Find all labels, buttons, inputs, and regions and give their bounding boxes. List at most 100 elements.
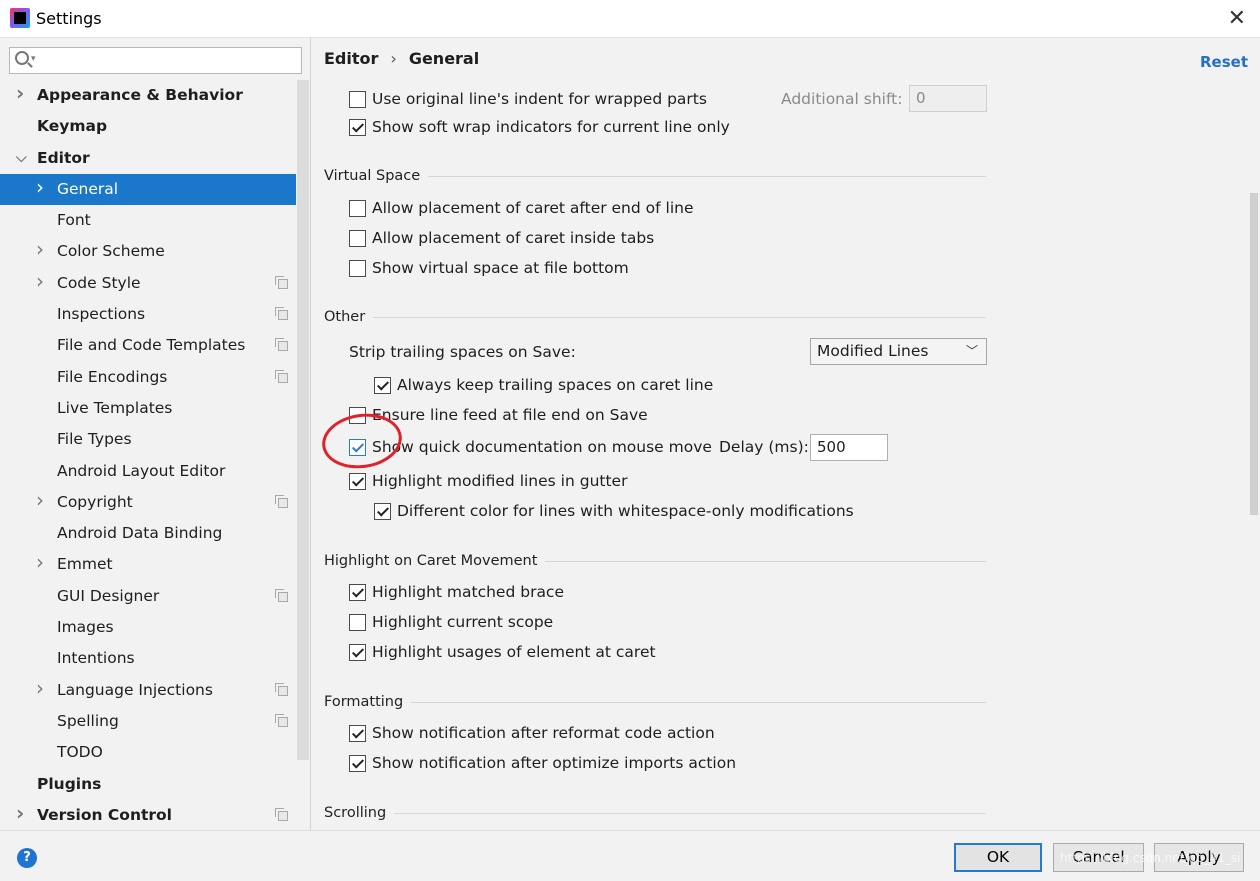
window-title: Settings [36,9,102,28]
chevron-right-icon[interactable]: › [36,673,44,704]
settings-tree: › Appearance & Behavior Keymap ⌵ Editor › Gene… [0,80,296,831]
sidebar-item-plugins[interactable]: Plugins [0,769,296,800]
search-input[interactable] [42,50,297,71]
section-virtual-space: Virtual Space [324,166,986,186]
sidebar-item-file-types[interactable]: File Types [0,424,296,455]
main-panel: Editor › General Reset Use original line's… [312,38,1260,830]
option-caret-after-end[interactable]: Allow placement of caret after end of li… [349,196,694,220]
breadcrumb-parent[interactable]: Editor [324,49,378,68]
section-virtual-space-title: Virtual Space [324,168,421,184]
quick-doc-checkbox[interactable] [349,438,366,456]
main-scrollbar-thumb[interactable] [1250,193,1258,515]
sidebar-item-spelling[interactable]: Spelling [0,706,296,737]
chevron-right-icon[interactable]: › [36,266,44,297]
strip-trailing-dropdown[interactable]: Modified Lines ﹀ [810,338,987,365]
strip-trailing-value: Modified Lines [817,342,929,360]
section-scrolling: Scrolling [324,803,986,823]
section-other: Other [324,307,986,327]
sidebar-item-label: Intentions [57,649,135,668]
breadcrumb-separator: › [390,49,397,68]
sidebar-item-color-scheme[interactable]: › Color Scheme [0,236,296,267]
sidebar-item-todo[interactable]: TODO [0,737,296,768]
sidebar-item-version-control[interactable]: › Version Control [0,800,296,831]
ensure-line-feed-checkbox[interactable] [349,406,366,424]
option-caret-inside-tabs[interactable]: Allow placement of caret inside tabs [349,226,654,250]
sidebar-item-label: Android Data Binding [57,524,223,543]
option-highlight-usages[interactable]: Highlight usages of element at caret [349,640,656,664]
sidebar-item-label: File Encodings [57,367,168,386]
reset-link[interactable]: Reset [1200,53,1248,71]
breadcrumb-current: General [408,49,480,68]
option-different-color-ws[interactable]: Different color for lines with whitespac… [374,499,854,523]
option-use-original-indent[interactable]: Use original line's indent for wrapped p… [349,87,707,111]
use-original-indent-checkbox[interactable] [349,90,366,108]
highlight-brace-label: Highlight matched brace [372,583,564,601]
chevron-right-icon[interactable]: › [36,234,44,265]
sidebar-item-file-encodings[interactable]: File Encodings [0,362,296,393]
option-virtual-space-bottom[interactable]: Show virtual space at file bottom [349,256,629,280]
highlight-modified-checkbox[interactable] [349,472,366,490]
chevron-right-icon[interactable]: › [36,485,44,516]
option-notify-reformat[interactable]: Show notification after reformat code ac… [349,721,715,745]
show-soft-wrap-checkbox[interactable] [349,118,366,136]
sidebar-item-android-layout-editor[interactable]: Android Layout Editor [0,456,296,487]
virtual-space-bottom-label: Show virtual space at file bottom [372,259,629,277]
project-scope-icon [275,275,288,289]
virtual-space-bottom-checkbox[interactable] [349,259,366,277]
sidebar-item-file-and-code-templates[interactable]: File and Code Templates [0,330,296,361]
sidebar-item-language-injections[interactable]: › Language Injections [0,675,296,706]
option-notify-optimize[interactable]: Show notification after optimize imports… [349,751,736,775]
sidebar-item-copyright[interactable]: › Copyright [0,487,296,518]
sidebar-item-keymap[interactable]: Keymap [0,111,296,142]
project-scope-icon [275,307,288,321]
breadcrumb: Editor › General [324,49,479,68]
sidebar-item-label: Plugins [37,774,102,793]
option-quick-doc[interactable]: Show quick documentation on mouse move [349,435,712,459]
project-scope-icon [275,494,288,508]
strip-trailing-label: Strip trailing spaces on Save: [349,343,576,361]
caret-inside-tabs-checkbox[interactable] [349,229,366,247]
search-box[interactable]: ▾ [9,47,302,74]
project-scope-icon [275,369,288,383]
sidebar-item-live-templates[interactable]: Live Templates [0,393,296,424]
ok-button[interactable]: OK [954,843,1042,872]
sidebar-item-appearance-behavior[interactable]: › Appearance & Behavior [0,80,296,111]
option-highlight-modified[interactable]: Highlight modified lines in gutter [349,469,627,493]
sidebar-item-label: Live Templates [57,398,173,417]
keep-trailing-caret-checkbox[interactable] [374,376,391,394]
sidebar-item-font[interactable]: Font [0,205,296,236]
highlight-usages-checkbox[interactable] [349,643,366,661]
different-color-ws-checkbox[interactable] [374,502,391,520]
sidebar-item-general[interactable]: › General [0,172,296,206]
chevron-right-icon[interactable]: › [16,798,24,829]
sidebar-scrollbar[interactable] [297,80,309,760]
chevron-right-icon[interactable]: › [36,547,44,578]
option-highlight-brace[interactable]: Highlight matched brace [349,580,564,604]
chevron-right-icon[interactable]: › [16,78,24,109]
chevron-down-icon[interactable]: ⌵ [16,143,27,174]
option-ensure-line-feed[interactable]: Ensure line feed at file end on Save [349,403,648,427]
delay-field[interactable]: 500 [810,434,888,461]
sidebar-item-android-data-binding[interactable]: Android Data Binding [0,518,296,549]
sidebar-item-intentions[interactable]: Intentions [0,643,296,674]
sidebar-item-inspections[interactable]: Inspections [0,299,296,330]
caret-down-icon[interactable]: ▾ [31,54,36,64]
highlight-scope-checkbox[interactable] [349,613,366,631]
sidebar-item-code-style[interactable]: › Code Style [0,268,296,299]
option-keep-trailing-caret[interactable]: Always keep trailing spaces on caret lin… [374,373,713,397]
notify-optimize-checkbox[interactable] [349,754,366,772]
help-icon[interactable]: ? [17,848,37,868]
sidebar-item-emmet[interactable]: › Emmet [0,549,296,580]
notify-reformat-checkbox[interactable] [349,724,366,742]
additional-shift-field[interactable]: 0 [909,85,987,112]
chevron-right-icon[interactable]: › [36,172,44,203]
highlight-brace-checkbox[interactable] [349,583,366,601]
sidebar-item-editor[interactable]: ⌵ Editor [0,143,296,174]
sidebar-item-label: File Types [57,430,132,449]
option-highlight-scope[interactable]: Highlight current scope [349,610,553,634]
close-icon[interactable]: ✕ [1228,6,1246,31]
sidebar-item-gui-designer[interactable]: GUI Designer [0,581,296,612]
option-show-soft-wrap[interactable]: Show soft wrap indicators for current li… [349,115,730,139]
caret-after-end-checkbox[interactable] [349,199,366,217]
sidebar-item-images[interactable]: Images [0,612,296,643]
